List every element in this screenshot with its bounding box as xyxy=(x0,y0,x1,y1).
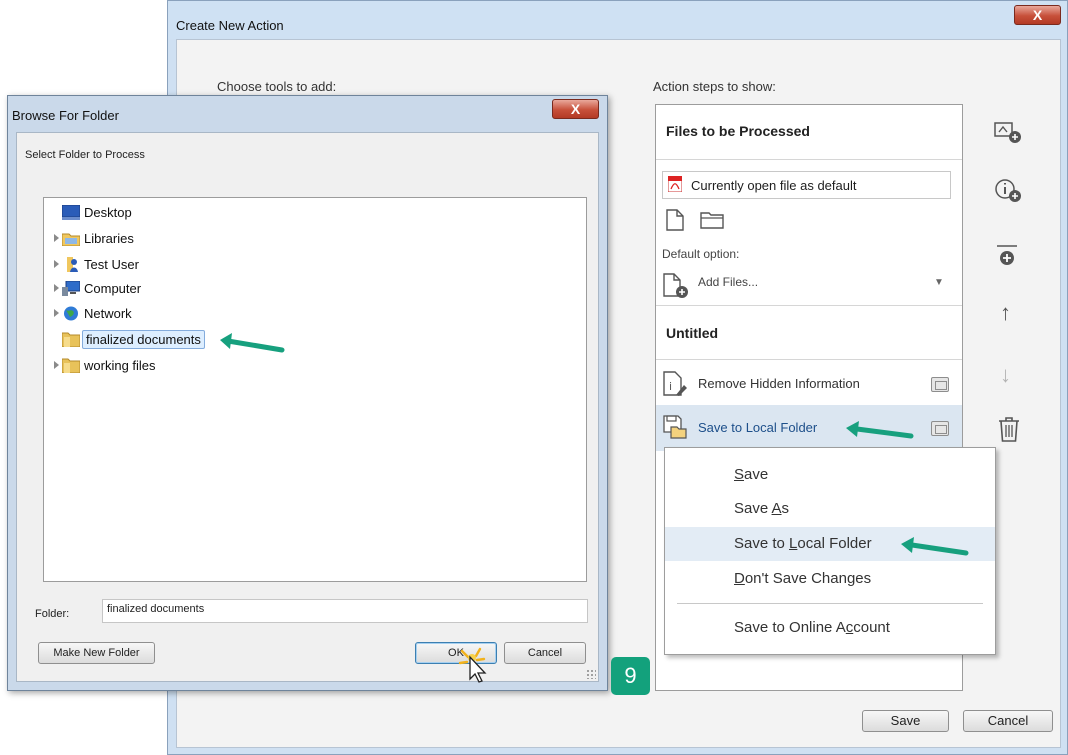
files-header: Files to be Processed xyxy=(666,123,810,139)
add-files-dropdown[interactable]: Add Files... xyxy=(698,275,758,289)
user-icon xyxy=(67,257,78,272)
folder-field[interactable]: finalized documents xyxy=(102,599,588,623)
move-up-icon[interactable]: ↑ xyxy=(1000,300,1011,326)
divider xyxy=(656,359,962,360)
tree-item-label: Computer xyxy=(84,281,142,296)
tree-item-label: Libraries xyxy=(84,231,134,246)
browse-folder-body: Select Folder to Process Desktop Librari… xyxy=(16,132,599,682)
tree-item-label: Network xyxy=(84,306,132,321)
expand-arrow-icon[interactable] xyxy=(54,234,59,242)
annotation-arrow-icon xyxy=(901,537,969,556)
action-steps-label: Action steps to show: xyxy=(653,79,776,94)
expand-arrow-icon[interactable] xyxy=(54,284,59,292)
add-files-icon xyxy=(663,273,688,298)
expand-arrow-icon[interactable] xyxy=(54,361,59,369)
annotation-arrow-icon xyxy=(220,333,285,353)
default-option-label: Default option: xyxy=(662,247,740,261)
tree-item-label: working files xyxy=(84,358,156,373)
menu-item-save-online[interactable]: Save to Online Account xyxy=(665,611,995,645)
folder-label: Folder: xyxy=(35,608,70,620)
divider xyxy=(656,305,962,306)
browse-for-folder-dialog: Browse For Folder X Select Folder to Pro… xyxy=(7,95,608,691)
cancel-button[interactable]: Cancel xyxy=(963,710,1053,732)
tree-item-label: Desktop xyxy=(84,205,132,220)
menu-item-label: Save to Online Account xyxy=(734,619,890,636)
step-label: Remove Hidden Information xyxy=(698,376,860,391)
folder-icon xyxy=(62,358,80,373)
chevron-down-icon[interactable]: ▼ xyxy=(934,277,944,288)
divider xyxy=(656,159,962,160)
desktop-icon xyxy=(62,205,80,220)
menu-item-label: Save xyxy=(734,466,769,483)
file-source-field[interactable]: Currently open file as default xyxy=(662,171,951,199)
step-remove-hidden-info[interactable]: i Remove Hidden Information xyxy=(656,361,962,407)
choose-tools-label: Choose tools to add: xyxy=(217,79,337,94)
file-source-text: Currently open file as default xyxy=(691,178,857,193)
add-info-icon[interactable] xyxy=(994,177,1024,205)
close-button[interactable]: X xyxy=(552,99,599,119)
menu-item-save[interactable]: Save xyxy=(665,458,995,492)
trash-icon[interactable] xyxy=(998,417,1020,443)
expand-arrow-icon[interactable] xyxy=(54,309,59,317)
menu-separator xyxy=(677,603,983,604)
cancel-button[interactable]: Cancel xyxy=(504,642,586,664)
svg-text:i: i xyxy=(669,380,672,393)
tree-item-label: finalized documents xyxy=(82,330,205,349)
menu-item-dont-save[interactable]: Don't Save Changes xyxy=(665,562,995,596)
remove-hidden-info-icon: i xyxy=(663,371,687,396)
folder-icon xyxy=(62,332,80,347)
menu-item-label: Save to Local Folder xyxy=(734,535,872,552)
save-button[interactable]: Save xyxy=(862,710,949,732)
menu-item-label: Don't Save Changes xyxy=(734,570,872,587)
folder-outline-icon[interactable] xyxy=(700,211,724,229)
network-icon xyxy=(64,306,78,321)
step-options-button[interactable] xyxy=(931,421,949,436)
menu-item-label: Save As xyxy=(734,500,790,517)
pdf-file-icon xyxy=(668,176,682,192)
file-icon[interactable] xyxy=(666,209,684,231)
tree-item-label: Test User xyxy=(84,257,139,272)
group-header: Untitled xyxy=(666,325,719,341)
menu-item-save-as[interactable]: Save As xyxy=(665,492,995,526)
folder-tree[interactable]: Desktop Libraries Test User Computer Net… xyxy=(43,197,587,582)
dialog-prompt: Select Folder to Process xyxy=(25,149,145,161)
move-down-icon[interactable]: ↓ xyxy=(1000,362,1011,388)
make-new-folder-button[interactable]: Make New Folder xyxy=(38,642,155,664)
add-panel-icon[interactable] xyxy=(996,244,1018,268)
expand-arrow-icon[interactable] xyxy=(54,260,59,268)
close-button[interactable]: X xyxy=(1014,5,1061,25)
add-tool-icon[interactable] xyxy=(994,120,1024,144)
computer-icon xyxy=(62,281,80,296)
create-action-title: Create New Action xyxy=(176,18,284,33)
step-save-local-folder[interactable]: Save to Local Folder xyxy=(656,405,962,451)
step-options-button[interactable] xyxy=(931,377,949,392)
resize-grip[interactable] xyxy=(586,669,596,679)
annotation-arrow-icon xyxy=(846,421,914,439)
create-action-titlebar: Create New Action X xyxy=(168,1,1067,39)
libraries-icon xyxy=(62,233,80,246)
step-number-badge: 9 xyxy=(611,657,650,695)
dialog-title: Browse For Folder xyxy=(12,108,119,123)
save-to-folder-icon xyxy=(663,415,687,439)
step-label: Save to Local Folder xyxy=(698,420,818,435)
mouse-cursor-icon xyxy=(458,647,487,683)
